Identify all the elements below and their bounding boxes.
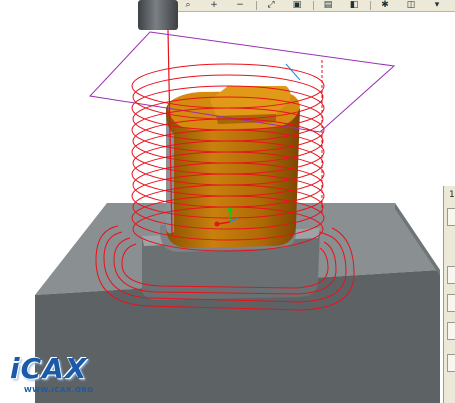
display-style-icon: ◫ (406, 0, 416, 10)
toolbar-separator (313, 1, 314, 10)
plane-normal-marker (285, 63, 301, 81)
display-style-button[interactable]: ◫ (401, 0, 421, 11)
shading-icon: ◧ (349, 0, 359, 10)
named-view-icon: ▣ (292, 0, 302, 10)
zoom-out-button[interactable]: − (230, 0, 250, 11)
side-dialog-field-3[interactable] (447, 294, 455, 312)
zoom-window-button[interactable]: ⌕ (178, 0, 198, 11)
tool-holder (138, 0, 178, 30)
side-dialog-label: 1 (449, 190, 455, 200)
refit-icon: ⤢ (267, 0, 275, 10)
datum-button[interactable]: ▾ (427, 0, 447, 11)
toolbar-separator (256, 1, 257, 10)
shading-button[interactable]: ◧ (344, 0, 364, 11)
zoom-out-icon: − (236, 0, 244, 10)
toolbar-separator (370, 1, 371, 10)
spin-center-button[interactable]: ✱ (375, 0, 395, 11)
named-view-button[interactable]: ▣ (287, 0, 307, 11)
spin-center-icon: ✱ (381, 0, 389, 10)
side-dialog-field-4[interactable] (447, 322, 455, 340)
triad-x-tip (214, 221, 220, 227)
cad-viewport[interactable] (0, 0, 455, 403)
side-dialog-field-1[interactable] (447, 208, 455, 226)
view-toolbar: ⌕ + − ⤢ ▣ ▤ ◧ ✱ ◫ ▾ (178, 0, 455, 12)
view-manager-button[interactable]: ▤ (318, 0, 338, 11)
side-dialog-field-2[interactable] (447, 266, 455, 284)
view-manager-icon: ▤ (323, 0, 333, 10)
zoom-in-button[interactable]: + (204, 0, 224, 11)
side-dialog-field-5[interactable] (447, 354, 455, 372)
icax-logo-url: WWW.ICAX.ORG (24, 386, 94, 394)
zoom-window-icon: ⌕ (185, 0, 191, 10)
datum-icon: ▾ (434, 0, 440, 10)
triad-y-tip (227, 207, 233, 213)
icax-logo: iCAX (10, 352, 88, 385)
refit-button[interactable]: ⤢ (261, 0, 281, 11)
side-dialog-panel (443, 186, 455, 403)
zoom-in-icon: + (210, 0, 218, 10)
